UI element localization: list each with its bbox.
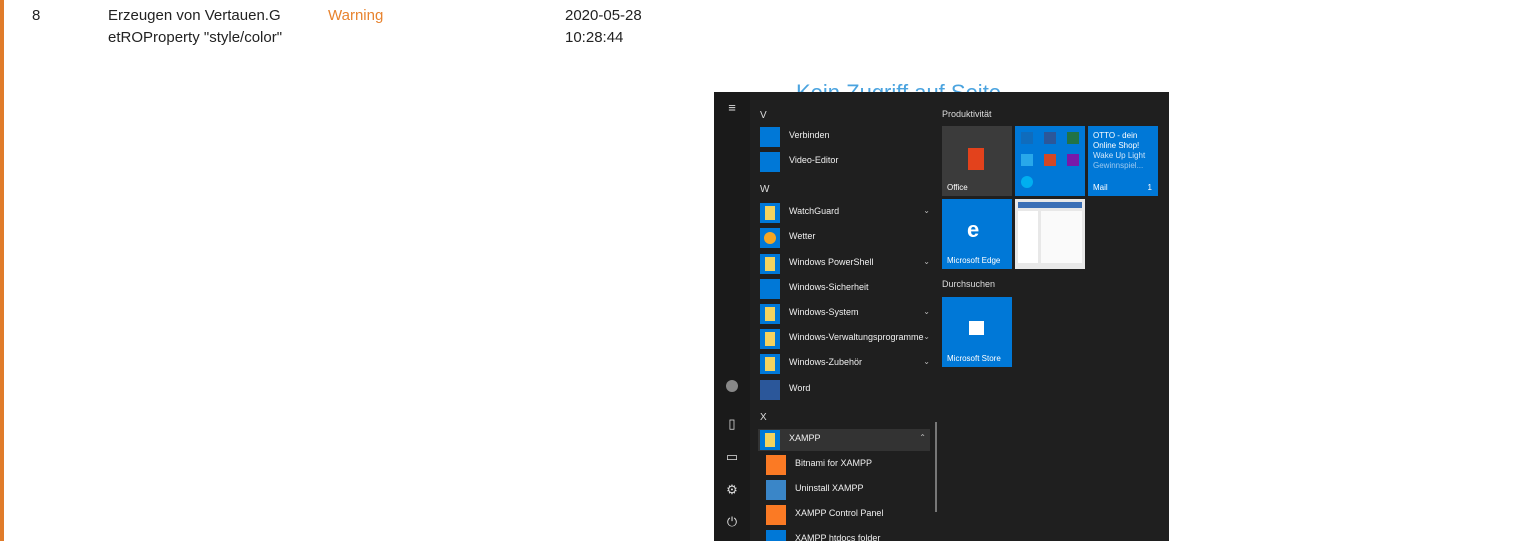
- word-icon: [760, 380, 780, 400]
- otto-line-1: OTTO - dein: [1093, 131, 1138, 140]
- excel-icon: [1067, 132, 1079, 144]
- user-icon[interactable]: [722, 376, 742, 396]
- start-rail: ≡ ▯ ▭ ⚙ ⏻: [714, 92, 750, 541]
- chevron-down-icon: ⌄: [923, 206, 930, 215]
- row-description: Erzeugen von Vertauen.GetROProperty "sty…: [108, 7, 283, 46]
- connect-icon: [760, 127, 780, 147]
- app-xampp-htdocs[interactable]: XAMPP htdocs folder: [766, 529, 936, 541]
- outlook-icon: [1021, 132, 1033, 144]
- app-wetter[interactable]: Wetter: [760, 227, 930, 249]
- xampp-icon: [766, 455, 786, 475]
- tile-office-apps[interactable]: [1015, 126, 1085, 196]
- otto-line-3: Wake Up Light: [1093, 151, 1146, 160]
- app-video-editor[interactable]: Video-Editor: [760, 151, 930, 173]
- onenote-icon: [1067, 154, 1079, 166]
- preview-titlebar: [1018, 202, 1082, 208]
- shield-icon: [760, 279, 780, 299]
- mail-count-badge: 1: [1147, 183, 1152, 192]
- preview-sidebar: [1018, 211, 1038, 263]
- letter-x: X: [760, 412, 767, 423]
- document-icon[interactable]: ▯: [722, 414, 742, 434]
- uninstall-icon: [766, 480, 786, 500]
- app-xampp[interactable]: XAMPP ⌃: [758, 429, 930, 451]
- tile-edge[interactable]: e Microsoft Edge: [942, 199, 1012, 269]
- otto-line-4: Gewinnspiel...: [1093, 161, 1144, 170]
- edge-icon: e: [967, 217, 980, 242]
- letter-v: V: [760, 110, 767, 121]
- app-sicherheit[interactable]: Windows-Sicherheit: [760, 278, 930, 300]
- row-date: 2020-05-28: [565, 7, 642, 24]
- preview-content: [1041, 211, 1082, 263]
- skype-icon: [1021, 176, 1033, 188]
- row-time: 10:28:44: [565, 29, 624, 46]
- xampp-icon: [766, 505, 786, 525]
- onedrive-icon: [1021, 154, 1033, 166]
- row-accent-bar: [0, 0, 4, 541]
- video-icon: [760, 152, 780, 172]
- app-system[interactable]: Windows-System ⌄: [760, 303, 930, 325]
- app-list-scrollbar[interactable]: [935, 422, 937, 512]
- app-watchguard[interactable]: WatchGuard ⌄: [760, 202, 930, 224]
- row-datetime: 2020-05-28 10:28:44: [565, 5, 695, 49]
- power-icon[interactable]: ⏻: [722, 512, 742, 532]
- letter-w: W: [760, 184, 770, 195]
- app-uninstall-xampp[interactable]: Uninstall XAMPP: [766, 479, 936, 501]
- app-verwaltung[interactable]: Windows-Verwaltungsprogramme ⌄: [760, 328, 930, 350]
- tile-mail[interactable]: OTTO - dein Online Shop! Wake Up Light G…: [1088, 126, 1158, 196]
- folder-icon: [766, 530, 786, 541]
- chevron-down-icon: ⌄: [923, 257, 930, 266]
- row-number: 8: [32, 7, 41, 24]
- row-level: Warning: [328, 7, 384, 24]
- hamburger-icon[interactable]: ≡: [722, 98, 742, 118]
- chevron-up-icon: ⌃: [919, 433, 926, 442]
- powerpoint-icon: [1044, 154, 1056, 166]
- folder-icon: [760, 329, 780, 349]
- folder-icon: [760, 203, 780, 223]
- chevron-down-icon: ⌄: [923, 332, 930, 341]
- folder-icon: [760, 304, 780, 324]
- tile-group-productivity: Produktivität: [942, 109, 992, 119]
- folder-icon: [760, 354, 780, 374]
- app-xampp-control-panel[interactable]: XAMPP Control Panel: [766, 504, 936, 526]
- app-word[interactable]: Word: [760, 379, 930, 401]
- otto-line-2: Online Shop!: [1093, 141, 1140, 150]
- start-menu-screenshot: ≡ ▯ ▭ ⚙ ⏻ V Verbinden Video-Editor W Wat…: [714, 92, 1169, 541]
- chevron-down-icon: ⌄: [923, 357, 930, 366]
- app-list: V Verbinden Video-Editor W WatchGuard ⌄ …: [754, 92, 944, 541]
- weather-icon: [760, 228, 780, 248]
- picture-icon[interactable]: ▭: [722, 447, 742, 467]
- app-zubehoer[interactable]: Windows-Zubehör ⌄: [760, 353, 930, 375]
- gear-icon[interactable]: ⚙: [722, 480, 742, 500]
- folder-icon: [760, 430, 780, 450]
- folder-icon: [760, 254, 780, 274]
- tile-office[interactable]: Office: [942, 126, 1012, 196]
- app-verbinden[interactable]: Verbinden: [760, 126, 930, 148]
- tile-photo-preview[interactable]: [1015, 199, 1085, 269]
- chevron-down-icon: ⌄: [923, 307, 930, 316]
- tile-store[interactable]: Microsoft Store: [942, 297, 1012, 367]
- word-icon: [1044, 132, 1056, 144]
- app-bitnami[interactable]: Bitnami for XAMPP: [766, 454, 936, 476]
- app-powershell[interactable]: Windows PowerShell ⌄: [760, 253, 930, 275]
- office-icon: [968, 148, 984, 170]
- store-bag-icon: [969, 321, 984, 335]
- tile-group-search: Durchsuchen: [942, 279, 996, 289]
